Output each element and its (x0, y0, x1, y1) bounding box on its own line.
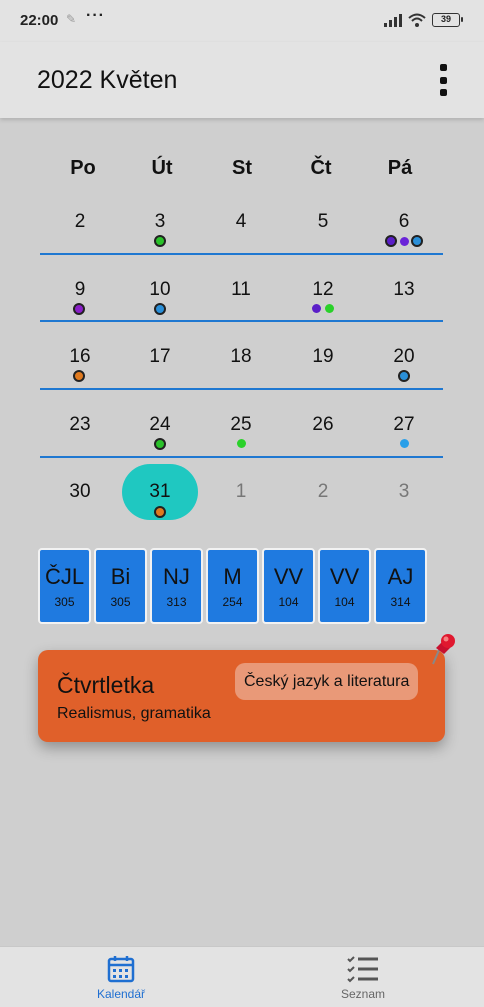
calendar-day[interactable]: 26 (283, 410, 363, 440)
calendar-day[interactable]: 3 (120, 207, 200, 237)
event-dot (400, 237, 409, 246)
week-divider (40, 388, 443, 390)
notification-icon: ✎ (66, 12, 77, 26)
event-dot (385, 235, 397, 247)
status-bar: 22:00 ✎ ··· 39 (0, 0, 484, 42)
subject-name: ČJL (44, 564, 85, 589)
subject-name: VV (273, 564, 304, 589)
subject-tile[interactable]: NJ 313 (150, 548, 203, 624)
calendar-day[interactable]: 18 (201, 342, 281, 372)
calendar-day-next-month[interactable]: 2 (283, 477, 363, 507)
event-dot (154, 303, 166, 315)
event-dot (154, 235, 166, 247)
subject-tile[interactable]: VV 104 (262, 548, 315, 624)
subject-name: M (223, 564, 242, 589)
calendar-day[interactable]: 12 (283, 275, 363, 305)
calendar-icon (107, 956, 135, 983)
menu-dot-icon (439, 76, 447, 84)
calendar-day[interactable]: 11 (201, 275, 281, 305)
page-title: 2022 Květen (37, 66, 178, 94)
calendar-day[interactable]: 13 (364, 275, 444, 305)
calendar-day[interactable]: 25 (201, 410, 281, 440)
event-dot (73, 370, 85, 382)
subject-name: Bi (110, 564, 131, 589)
status-indicators: 39 (384, 13, 463, 27)
menu-dot-icon (439, 89, 447, 96)
app-bar: 2022 Květen (0, 42, 484, 118)
event-dot (237, 439, 246, 448)
subject-name: AJ (387, 564, 414, 589)
weekday-header-wed: St (232, 157, 252, 179)
calendar-day[interactable]: 4 (201, 207, 281, 237)
pushpin-icon (432, 634, 455, 665)
subject-room: 313 (166, 595, 187, 609)
calendar-day-selected[interactable]: 31 (120, 477, 200, 507)
checklist-icon (347, 956, 378, 983)
calendar-day-next-month[interactable]: 1 (201, 477, 281, 507)
battery-icon: 39 (432, 13, 463, 27)
event-description: Realismus, gramatika (57, 705, 211, 722)
event-card[interactable]: Čtvrtletka Český jazyk a literatura Real… (38, 650, 445, 742)
calendar-day[interactable]: 5 (283, 207, 363, 237)
event-dot (73, 303, 85, 315)
calendar-day[interactable]: 24 (120, 410, 200, 440)
subject-room: 104 (278, 595, 299, 609)
event-subject-chip: Český jazyk a literatura (235, 663, 419, 700)
calendar-day[interactable]: 20 (364, 342, 444, 372)
event-title: Čtvrtletka (57, 672, 155, 698)
event-dot (312, 304, 321, 313)
menu-dot-icon (439, 64, 447, 71)
calendar-day[interactable]: 19 (283, 342, 363, 372)
event-dot (325, 304, 334, 313)
more-notifications-icon: ··· (86, 7, 105, 24)
calendar-day[interactable]: 23 (40, 410, 120, 440)
subject-room: 314 (390, 595, 411, 609)
weekday-header-tue: Út (151, 157, 173, 179)
calendar-day[interactable]: 10 (120, 275, 200, 305)
nav-list[interactable]: Seznam (303, 947, 423, 1007)
subject-tile[interactable]: M 254 (206, 548, 259, 624)
event-dot (400, 439, 409, 448)
bottom-navigation: Kalendář Seznam (0, 946, 484, 1007)
calendar-day[interactable]: 27 (364, 410, 444, 440)
overflow-menu-button[interactable] (434, 62, 452, 98)
subject-name: NJ (163, 564, 190, 589)
week-divider (40, 320, 443, 322)
weekday-header-fri: Pá (387, 157, 413, 179)
subject-tile[interactable]: AJ 314 (374, 548, 427, 624)
subject-room: 305 (110, 595, 131, 609)
event-dot (398, 370, 410, 382)
wifi-icon (408, 13, 426, 27)
subject-tile[interactable]: VV 104 (318, 548, 371, 624)
calendar-day[interactable]: 17 (120, 342, 200, 372)
nav-label: Kalendář (96, 987, 146, 1001)
calendar-day[interactable]: 6 (364, 207, 444, 237)
subject-tile[interactable]: ČJL 305 (38, 548, 91, 624)
nav-label: Seznam (340, 987, 386, 1001)
weekday-header-thu: Čt (310, 157, 332, 179)
weekday-header-mon: Po (70, 157, 96, 179)
event-dot (411, 235, 423, 247)
calendar-day[interactable]: 2 (40, 207, 120, 237)
week-divider (40, 456, 443, 458)
calendar-day[interactable]: 30 (40, 477, 120, 507)
subject-room: 305 (54, 595, 75, 609)
subject-tile[interactable]: Bi 305 (94, 548, 147, 624)
status-time: 22:00 (20, 12, 59, 29)
event-dot (154, 506, 166, 518)
week-divider (40, 253, 443, 255)
subject-room: 104 (334, 595, 355, 609)
nav-calendar[interactable]: Kalendář (61, 947, 181, 1007)
calendar-day[interactable]: 9 (40, 275, 120, 305)
calendar-day-next-month[interactable]: 3 (364, 477, 444, 507)
subject-name: VV (329, 564, 360, 589)
event-dot (154, 438, 166, 450)
calendar-day[interactable]: 16 (40, 342, 120, 372)
subject-room: 254 (222, 595, 243, 609)
timetable-strip: ČJL 305 Bi 305 NJ 313 M 254 VV 104 VV 10… (38, 548, 427, 624)
signal-icon (384, 13, 402, 27)
